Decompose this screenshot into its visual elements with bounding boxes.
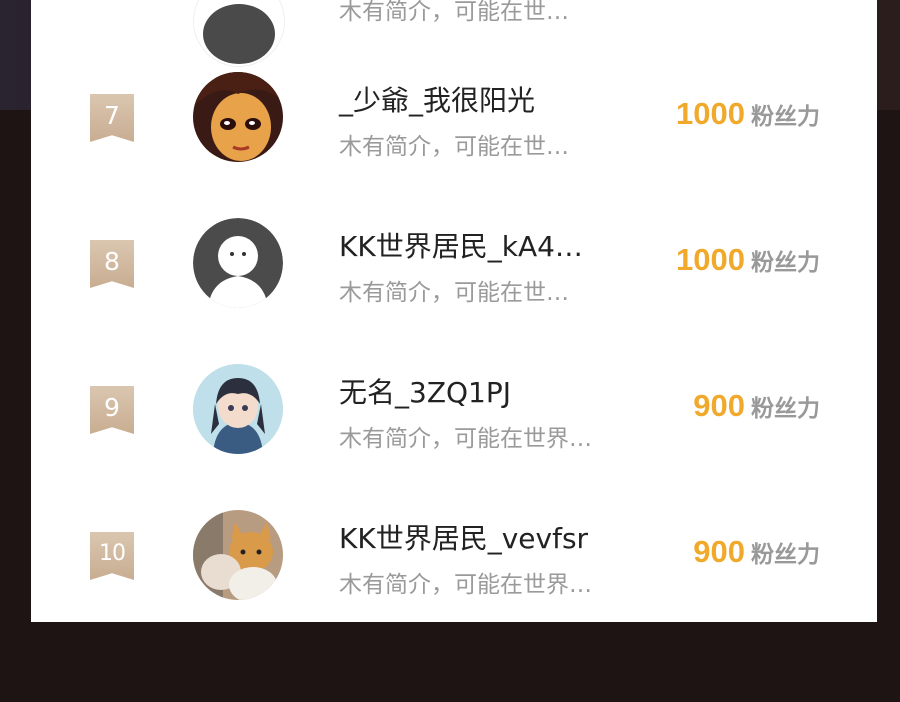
user-name[interactable]: KK世界居民_vevfsr	[339, 517, 588, 557]
fan-power-unit: 粉丝力	[751, 542, 820, 568]
fan-power-value: 1000	[676, 242, 745, 277]
user-desc: 木有简介，可能在世…	[339, 280, 569, 306]
rank-badge: 8	[90, 240, 134, 288]
list-item[interactable]: 9 无名_3ZQ1PJ 木有简介，可能在世界… 900 粉丝力	[31, 336, 877, 482]
fan-ranking-list: 木有简介，可能在世… 7 _少爺_我很阳光 木有简介，可能在世… 1000 粉丝力…	[31, 0, 877, 622]
fan-power: 900 粉丝力	[693, 534, 820, 570]
user-name[interactable]: 无名_3ZQ1PJ	[339, 371, 511, 411]
default-ghost-avatar	[193, 218, 283, 308]
list-item[interactable]: 8 KK世界居民_kA4… 木有简介，可能在世… 1000 粉丝力	[31, 190, 877, 336]
user-desc: 木有简介，可能在世界…	[339, 572, 592, 598]
avatar[interactable]	[193, 218, 283, 308]
rank-badge: 10	[90, 532, 134, 580]
fan-power: 900 粉丝力	[693, 388, 820, 424]
fan-power: 1000 粉丝力	[676, 96, 820, 132]
rank-badge: 9	[90, 386, 134, 434]
list-item-desc: 木有简介，可能在世…	[339, 0, 569, 25]
avatar[interactable]	[193, 510, 283, 600]
anime-boy-avatar	[193, 364, 283, 454]
user-desc: 木有简介，可能在世界…	[339, 426, 592, 452]
fan-power-unit: 粉丝力	[751, 396, 820, 422]
anime-girl-avatar	[193, 72, 283, 162]
user-name[interactable]: KK世界居民_kA4…	[339, 225, 583, 265]
user-name[interactable]: _少爺_我很阳光	[339, 79, 535, 119]
user-desc: 木有简介，可能在世…	[339, 134, 569, 160]
fan-power-unit: 粉丝力	[751, 250, 820, 276]
fan-power: 1000 粉丝力	[676, 242, 820, 278]
list-item-partial[interactable]: 木有简介，可能在世…	[31, 0, 877, 67]
list-item[interactable]: 10 KK世界居民_vevfsr 木有简介，可能在世界… 900 粉丝力	[31, 482, 877, 628]
fan-power-value: 900	[693, 388, 745, 423]
fan-power-value: 1000	[676, 96, 745, 131]
avatar[interactable]	[193, 72, 283, 162]
avatar[interactable]	[193, 364, 283, 454]
list-item[interactable]: 7 _少爺_我很阳光 木有简介，可能在世… 1000 粉丝力	[31, 44, 877, 190]
fan-power-value: 900	[693, 534, 745, 569]
cats-avatar	[193, 510, 283, 600]
fan-power-unit: 粉丝力	[751, 104, 820, 130]
rank-badge: 7	[90, 94, 134, 142]
